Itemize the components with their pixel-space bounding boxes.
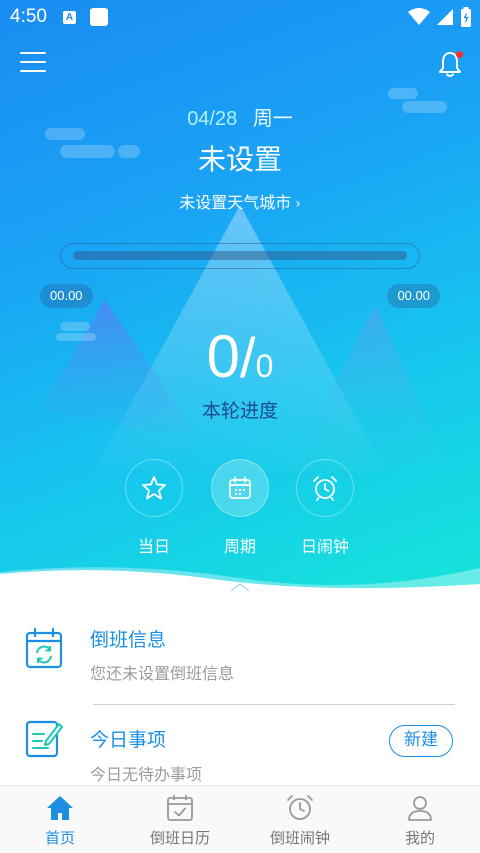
today-label: 当日 bbox=[137, 537, 170, 556]
today-button[interactable] bbox=[125, 459, 183, 517]
nav-profile-label: 我的 bbox=[404, 829, 435, 847]
cycle-label: 周期 bbox=[223, 537, 256, 556]
round-progress-label: 本轮进度 bbox=[201, 400, 278, 422]
shift-progress-track bbox=[73, 251, 407, 260]
user-icon bbox=[408, 796, 432, 821]
nav-home-label: 首页 bbox=[44, 829, 75, 847]
nav-shift-calendar[interactable]: 倒班日历 bbox=[120, 786, 240, 853]
nav-shift-calendar-label: 倒班日历 bbox=[149, 829, 210, 847]
wifi-icon bbox=[408, 8, 430, 25]
notification-button[interactable] bbox=[434, 48, 466, 80]
menu-button[interactable] bbox=[20, 52, 46, 78]
alarm-clock-icon bbox=[287, 795, 313, 820]
notification-app-icon: A bbox=[62, 10, 76, 24]
round-total: 0 bbox=[255, 348, 274, 384]
day-alarm-label: 日闹钟 bbox=[300, 537, 349, 556]
start-time-badge: 00.00 bbox=[40, 284, 93, 308]
current-date: 04/28 bbox=[187, 108, 238, 130]
current-weekday: 周一 bbox=[252, 108, 293, 130]
notification-dot bbox=[456, 51, 463, 58]
star-icon bbox=[142, 476, 166, 500]
signal-icon bbox=[437, 9, 453, 25]
wave-divider bbox=[0, 567, 480, 600]
shift-info-title: 倒班信息 bbox=[90, 629, 167, 651]
today-items-subtitle: 今日无待办事项 bbox=[90, 765, 203, 784]
date-line: 04/28 周一 bbox=[0, 102, 480, 131]
shift-progress-bar bbox=[60, 243, 420, 269]
nav-profile[interactable]: 我的 bbox=[360, 786, 480, 853]
nav-shift-alarm-label: 倒班闹钟 bbox=[269, 829, 330, 847]
battery-icon bbox=[461, 7, 471, 27]
new-item-button[interactable]: 新建 bbox=[389, 725, 453, 757]
weather-city-label: 未设置天气城市 bbox=[179, 193, 292, 212]
round-separator: / bbox=[240, 326, 256, 389]
chevron-right-icon: › bbox=[295, 196, 301, 212]
day-alarm-button[interactable] bbox=[296, 459, 354, 517]
cycle-button[interactable] bbox=[211, 459, 269, 517]
edit-note-icon bbox=[25, 720, 63, 758]
calendar-check-icon bbox=[167, 795, 193, 821]
home-icon bbox=[47, 796, 73, 820]
calendar-refresh-icon bbox=[25, 627, 63, 669]
status-bar: 4:50 A bbox=[0, 0, 480, 34]
hero-panel: 4:50 A 04/28 周一 未设置 未设置天气城市 › 00.00 00.00… bbox=[0, 0, 480, 600]
status-time: 4:50 bbox=[10, 6, 47, 27]
notification-square-icon bbox=[89, 8, 108, 26]
round-current: 0 bbox=[206, 323, 240, 390]
today-items-title: 今日事项 bbox=[90, 729, 167, 751]
bottom-navigation: 首页 倒班日历 倒班闹钟 我的 bbox=[0, 785, 480, 853]
nav-shift-alarm[interactable]: 倒班闹钟 bbox=[240, 786, 360, 853]
shift-title: 未设置 bbox=[197, 143, 282, 176]
shift-info-subtitle: 您还未设置倒班信息 bbox=[90, 664, 235, 683]
calendar-icon bbox=[229, 476, 251, 499]
nav-home[interactable]: 首页 bbox=[0, 786, 120, 853]
weather-city-link[interactable]: 未设置天气城市 › bbox=[0, 189, 480, 213]
alarm-clock-icon bbox=[313, 476, 337, 501]
end-time-badge: 00.00 bbox=[387, 284, 440, 308]
row-divider bbox=[93, 704, 455, 705]
shift-info-row[interactable]: 倒班信息 您还未设置倒班信息 bbox=[0, 612, 480, 702]
round-count: 0/0 bbox=[0, 322, 480, 391]
